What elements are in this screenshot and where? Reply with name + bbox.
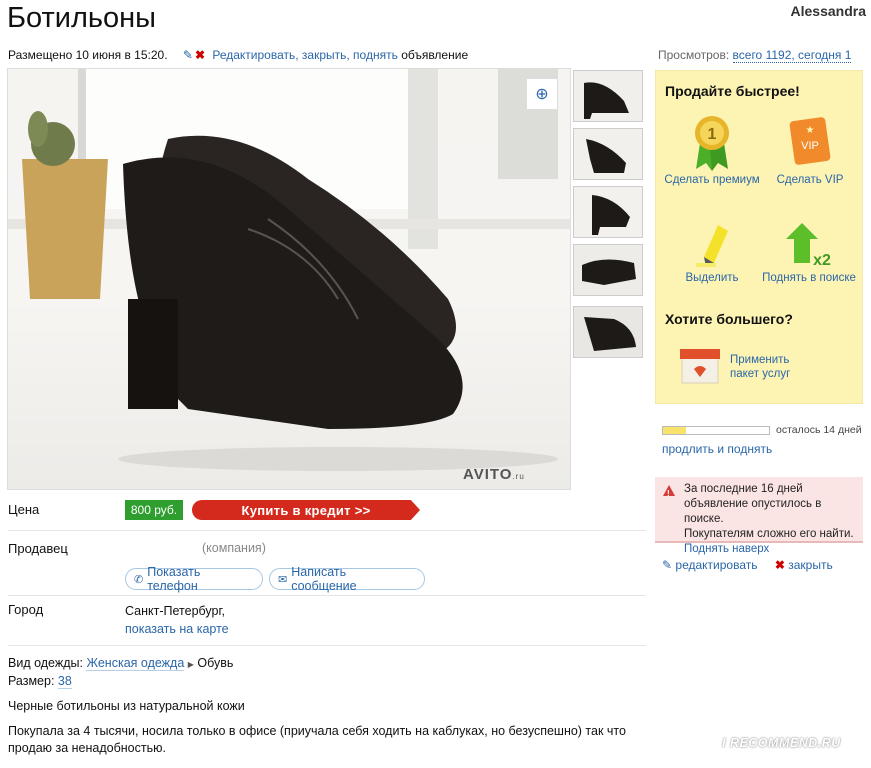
thumbnail-2[interactable] [573, 128, 643, 180]
ad-meta: Размещено 10 июня в 15:20. ✎ ✖ Редактиров… [8, 48, 468, 62]
divider [8, 595, 646, 596]
page-title: Ботильоны [7, 2, 157, 34]
highlighter-icon [696, 225, 728, 267]
boot-thumb-drawing [574, 245, 642, 295]
service-highlight[interactable]: Выделить [662, 219, 762, 284]
thumbnail-3[interactable] [573, 186, 643, 238]
promote-heading: Продайте быстрее! [665, 83, 800, 99]
service-highlight-label: Выделить [685, 272, 739, 284]
views-counter: Просмотров: всего 1192, сегодня 1 [658, 48, 852, 63]
service-vip[interactable]: VIP ★ Сделать VIP [760, 113, 860, 186]
boots-photo-drawing [8, 69, 570, 471]
city-block: Санкт-Петербург, показать на карте [125, 602, 229, 638]
package-line1: Применить [730, 354, 790, 366]
svg-text:★: ★ [806, 125, 815, 136]
show-phone-button[interactable]: ✆ Показать телефон [125, 565, 263, 593]
raise-top-link[interactable]: Поднять наверх [684, 542, 857, 557]
days-left-text: осталось 14 дней [776, 424, 862, 436]
close-icon[interactable]: ✖ [195, 48, 205, 62]
service-raise-label: Поднять в поиске [762, 272, 856, 284]
breadcrumb-arrow-icon: ▶ [187, 660, 194, 669]
thumbnail-5[interactable] [573, 306, 643, 358]
clothing-subcategory: Обувь [197, 656, 234, 670]
zoom-icon[interactable]: ⊕ [526, 78, 558, 110]
views-link[interactable]: всего 1192, сегодня 1 [732, 48, 852, 63]
ranking-alert: За последние 16 дней объявление опустило… [655, 477, 863, 555]
service-vip-label: Сделать VIP [776, 174, 844, 186]
svg-text:1: 1 [708, 126, 717, 143]
clothing-category-link[interactable]: Женская одежда [86, 656, 185, 671]
description-line: Черные ботильоны из натуральной кожи [8, 699, 245, 713]
avito-watermark: AVITO.ru [463, 466, 525, 483]
promote-box: Продайте быстрее! 1 Сделать премиум VIP … [655, 70, 863, 404]
raise-badge: x2 [813, 252, 831, 269]
premium-medal-icon: 1 [695, 116, 729, 171]
clothing-label: Вид одежды: [8, 656, 83, 670]
envelope-icon: ✉ [278, 573, 288, 586]
buy-credit-button[interactable]: Купить в кредит >> [192, 500, 420, 520]
service-premium[interactable]: 1 Сделать премиум [662, 113, 762, 186]
warning-icon [663, 485, 675, 501]
avito-brand: AVITO [463, 466, 513, 483]
write-message-label: Написать сообщение [291, 565, 357, 593]
size-value-link[interactable]: 38 [57, 674, 72, 689]
days-left-progress [662, 426, 770, 435]
boot-thumb-drawing [574, 71, 642, 121]
views-label: Просмотров: [658, 48, 730, 62]
boot-thumb-drawing [574, 187, 642, 237]
alert-line1: За последние 16 дней [684, 483, 803, 495]
city-value: Санкт-Петербург, [125, 604, 225, 618]
pencil-icon[interactable]: ✎ [662, 558, 672, 572]
city-label: Город [8, 602, 44, 617]
extend-raise-link[interactable]: продлить и поднять [662, 442, 772, 456]
size-row: Размер: 38 [8, 674, 72, 689]
edit-link[interactable]: редактировать [675, 558, 757, 572]
raise-arrow-icon: x2 [786, 223, 831, 269]
service-raise[interactable]: x2 Поднять в поиске [756, 219, 862, 284]
avito-suffix: .ru [512, 472, 525, 481]
show-map-link[interactable]: показать на карте [125, 620, 229, 638]
pencil-icon[interactable]: ✎ [183, 48, 193, 62]
close-icon[interactable]: ✖ [775, 558, 785, 572]
seller-type: (компания) [202, 541, 266, 555]
gift-box-icon[interactable] [678, 343, 722, 390]
svg-text:VIP: VIP [801, 140, 819, 152]
user-name-link[interactable]: Alessandra [791, 3, 866, 19]
alert-line3: Покупателям сложно его найти. [684, 528, 854, 540]
vip-tag-icon: VIP ★ [789, 117, 831, 165]
show-phone-label: Показать телефон [147, 565, 201, 593]
price-label: Цена [8, 502, 40, 517]
posted-date: Размещено 10 июня в 15:20. [8, 48, 168, 62]
description-paragraph: Покупала за 4 тысячи, носила только в оф… [8, 724, 626, 755]
close-link[interactable]: закрыть [788, 558, 832, 572]
size-label: Размер: [8, 674, 55, 688]
boot-thumb-drawing [574, 307, 642, 357]
recommend-watermark: I RECOMMEND.RU [722, 736, 841, 750]
divider [8, 645, 646, 646]
phone-icon: ✆ [134, 573, 144, 586]
write-message-button[interactable]: ✉ Написать сообщение [269, 565, 425, 593]
edit-suffix: объявление [401, 48, 469, 62]
more-heading: Хотите большего? [665, 311, 793, 327]
progress-fill [663, 427, 687, 434]
package-line2: пакет услуг [730, 368, 791, 380]
divider [8, 530, 646, 531]
edit-close-raise-link[interactable]: Редактировать, закрыть, поднять [212, 48, 397, 62]
thumbnail-1[interactable] [573, 70, 643, 122]
seller-label: Продавец [8, 541, 68, 556]
package-link[interactable]: Применить пакет услуг [730, 353, 790, 381]
clothing-type: Вид одежды: Женская одежда ▶ Обувь [8, 656, 234, 671]
alert-line2: объявление опустилось в поиске. [684, 498, 822, 525]
side-actions: ✎ редактировать ✖ закрыть [662, 558, 833, 572]
boot-thumb-drawing [574, 129, 642, 179]
main-photo[interactable] [7, 68, 571, 490]
price-badge: 800 руб. [125, 500, 183, 520]
thumbnail-4[interactable] [573, 244, 643, 296]
service-premium-label: Сделать премиум [664, 174, 760, 186]
